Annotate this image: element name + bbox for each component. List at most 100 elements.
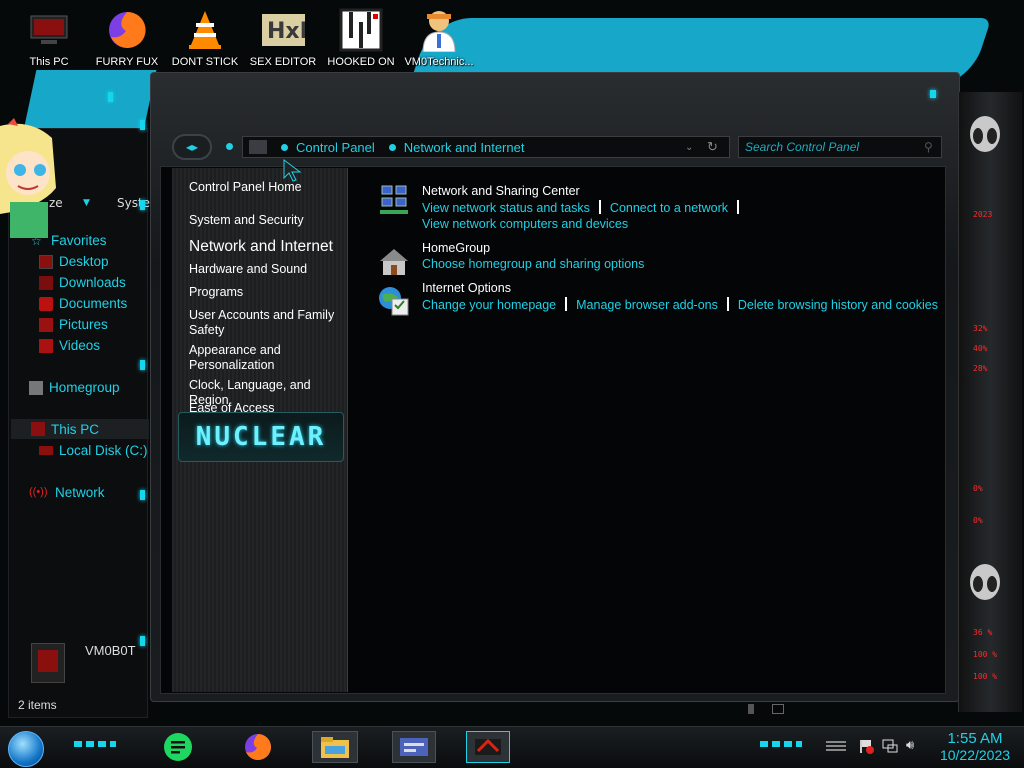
desktop-icon-hooked-on[interactable]: HOOKED ON [324, 6, 398, 76]
system-monitor-gadget: 2023 32% 40% 28% 0% 0% 36 % 100 % 100 % [958, 92, 1022, 712]
category-title[interactable]: Network and Sharing Center [422, 184, 580, 198]
desktop-icon-label: DONT STICK [171, 56, 239, 68]
alienware-logo-icon [970, 116, 1000, 152]
status-item-count: 2 items [18, 698, 57, 712]
svg-text:HxD: HxD [267, 19, 305, 44]
desktop-icon-this-pc[interactable]: This PC [12, 6, 86, 76]
cartoon-character-image [0, 118, 58, 238]
nav-item-label: Homegroup [49, 380, 120, 395]
show-hidden-icons-button[interactable] [826, 741, 846, 753]
details-thumbnail [31, 643, 65, 683]
nuclear-logo: NUCLEAR [178, 412, 344, 462]
link-hardware-and-sound[interactable]: Hardware and Sound [189, 262, 347, 277]
link-view-network-status[interactable]: View network status and tasks [422, 201, 590, 215]
link-separator [737, 200, 740, 214]
homegroup-icon [29, 380, 43, 395]
search-icon[interactable]: ⚲ [924, 140, 933, 154]
desktop-icon-label: VM0Technic... [404, 56, 474, 68]
breadcrumb-separator-icon [388, 143, 396, 151]
pictures-icon [39, 317, 53, 332]
action-center-flag-icon[interactable] [858, 738, 874, 754]
category-title[interactable]: Internet Options [422, 281, 511, 295]
taskbar-app-file-explorer[interactable] [312, 731, 358, 763]
taskbar-led-strip [760, 741, 802, 747]
link-manage-add-ons[interactable]: Manage browser add-ons [576, 298, 718, 312]
nav-item-this-pc[interactable]: This PC [11, 419, 149, 439]
link-separator [565, 297, 568, 311]
internet-options-icon [379, 287, 409, 316]
taskbar-led-strip [74, 741, 116, 747]
window-led-indicator [930, 90, 936, 98]
desktop-icon-dont-stick[interactable]: DONT STICK [168, 6, 242, 76]
taskbar-app-firefox[interactable] [240, 731, 276, 763]
link-choose-homegroup[interactable]: Choose homegroup and sharing options [422, 257, 644, 271]
downloads-icon [39, 275, 53, 290]
search-input[interactable] [738, 136, 942, 158]
large-icons-view-icon[interactable] [772, 704, 784, 714]
homegroup-house-icon [380, 249, 408, 275]
nav-item-local-disk[interactable]: Local Disk (C:) [39, 443, 148, 458]
link-delete-browsing-history[interactable]: Delete browsing history and cookies [738, 298, 938, 312]
window-led-indicator [140, 490, 145, 500]
gadget-value: 36 % [973, 628, 993, 637]
firefox-icon [245, 734, 271, 760]
category-network-and-sharing-center: Network and Sharing Center View network … [378, 184, 938, 236]
forward-button[interactable] [226, 143, 233, 150]
category-links-row: Choose homegroup and sharing options [422, 257, 644, 271]
details-name: VM0B0T [85, 643, 136, 658]
link-programs[interactable]: Programs [189, 285, 347, 300]
file-explorer-icon [321, 737, 349, 758]
link-control-panel-home[interactable]: Control Panel Home [189, 180, 347, 195]
desktop-icon-label: FURRY FUX [95, 56, 159, 68]
gadget-value: 28% [973, 364, 988, 373]
link-change-homepage[interactable]: Change your homepage [422, 298, 556, 312]
back-button[interactable]: ◂▸ [172, 134, 212, 160]
window-led-indicator [108, 92, 113, 102]
breadcrumb-control-panel[interactable]: Control Panel [281, 140, 375, 155]
link-view-network-computers[interactable]: View network computers and devices [422, 217, 628, 231]
nav-item-pictures[interactable]: Pictures [39, 317, 108, 332]
address-bar[interactable]: Control Panel Network and Internet ⌄ ↻ [242, 136, 730, 158]
category-internet-options: Internet Options Change your homepage Man… [378, 281, 938, 317]
desktop-icon-vm0technic[interactable]: VM0Technic... [402, 6, 476, 76]
maze-icon [339, 8, 383, 52]
computer-icon [27, 8, 71, 52]
volume-icon[interactable]: 🔊︎ [906, 738, 922, 754]
gadget-value: 32% [973, 324, 988, 333]
desktop-icon [39, 254, 53, 269]
gadget-value: 0% [973, 484, 983, 493]
breadcrumb-label: Network and Internet [403, 139, 525, 155]
category-title[interactable]: HomeGroup [422, 241, 490, 255]
nav-item-desktop[interactable]: Desktop [39, 254, 109, 269]
nav-item-label: This PC [51, 421, 100, 437]
details-view-icon[interactable] [748, 704, 754, 714]
desktop-icon-furry-fux[interactable]: FURRY FUX [90, 6, 164, 76]
taskbar-app-alienware[interactable] [466, 731, 510, 763]
desktop-icon-sex-editor[interactable]: HxD SEX EDITOR [246, 6, 320, 76]
nav-item-downloads[interactable]: Downloads [39, 275, 126, 290]
link-user-accounts[interactable]: User Accounts and Family Safety [189, 308, 347, 338]
nav-item-documents[interactable]: Documents [39, 296, 127, 311]
link-appearance[interactable]: Appearance and Personalization [189, 343, 347, 373]
link-separator [726, 297, 729, 311]
category-links-row: View network status and tasks Connect to … [422, 200, 748, 215]
system-properties-menu[interactable]: Syste [117, 196, 150, 210]
network-sharing-icon [380, 185, 408, 214]
taskbar-app-notes[interactable] [160, 731, 196, 763]
taskbar-clock[interactable]: 1:55 AM 10/22/2023 [930, 730, 1020, 764]
chevron-down-icon[interactable]: ▼ [83, 198, 93, 208]
chevron-down-icon[interactable]: ⌄ [685, 142, 693, 153]
nav-item-network[interactable]: ((•)) Network [29, 485, 105, 500]
refresh-icon[interactable]: ↻ [707, 139, 718, 155]
link-connect-to-network[interactable]: Connect to a network [610, 201, 728, 215]
network-tray-icon[interactable] [882, 738, 898, 754]
taskbar-app-control-panel[interactable] [392, 731, 436, 763]
link-system-and-security[interactable]: System and Security [189, 213, 347, 228]
gadget-value: 2023 [973, 210, 993, 219]
nav-item-label: Local Disk (C:) [59, 443, 148, 458]
breadcrumb-network-and-internet[interactable]: Network and Internet [388, 139, 525, 155]
start-button[interactable] [8, 731, 44, 767]
nav-item-videos[interactable]: Videos [39, 338, 100, 353]
nav-item-label: Desktop [59, 254, 109, 269]
nav-item-homegroup[interactable]: Homegroup [29, 380, 120, 395]
